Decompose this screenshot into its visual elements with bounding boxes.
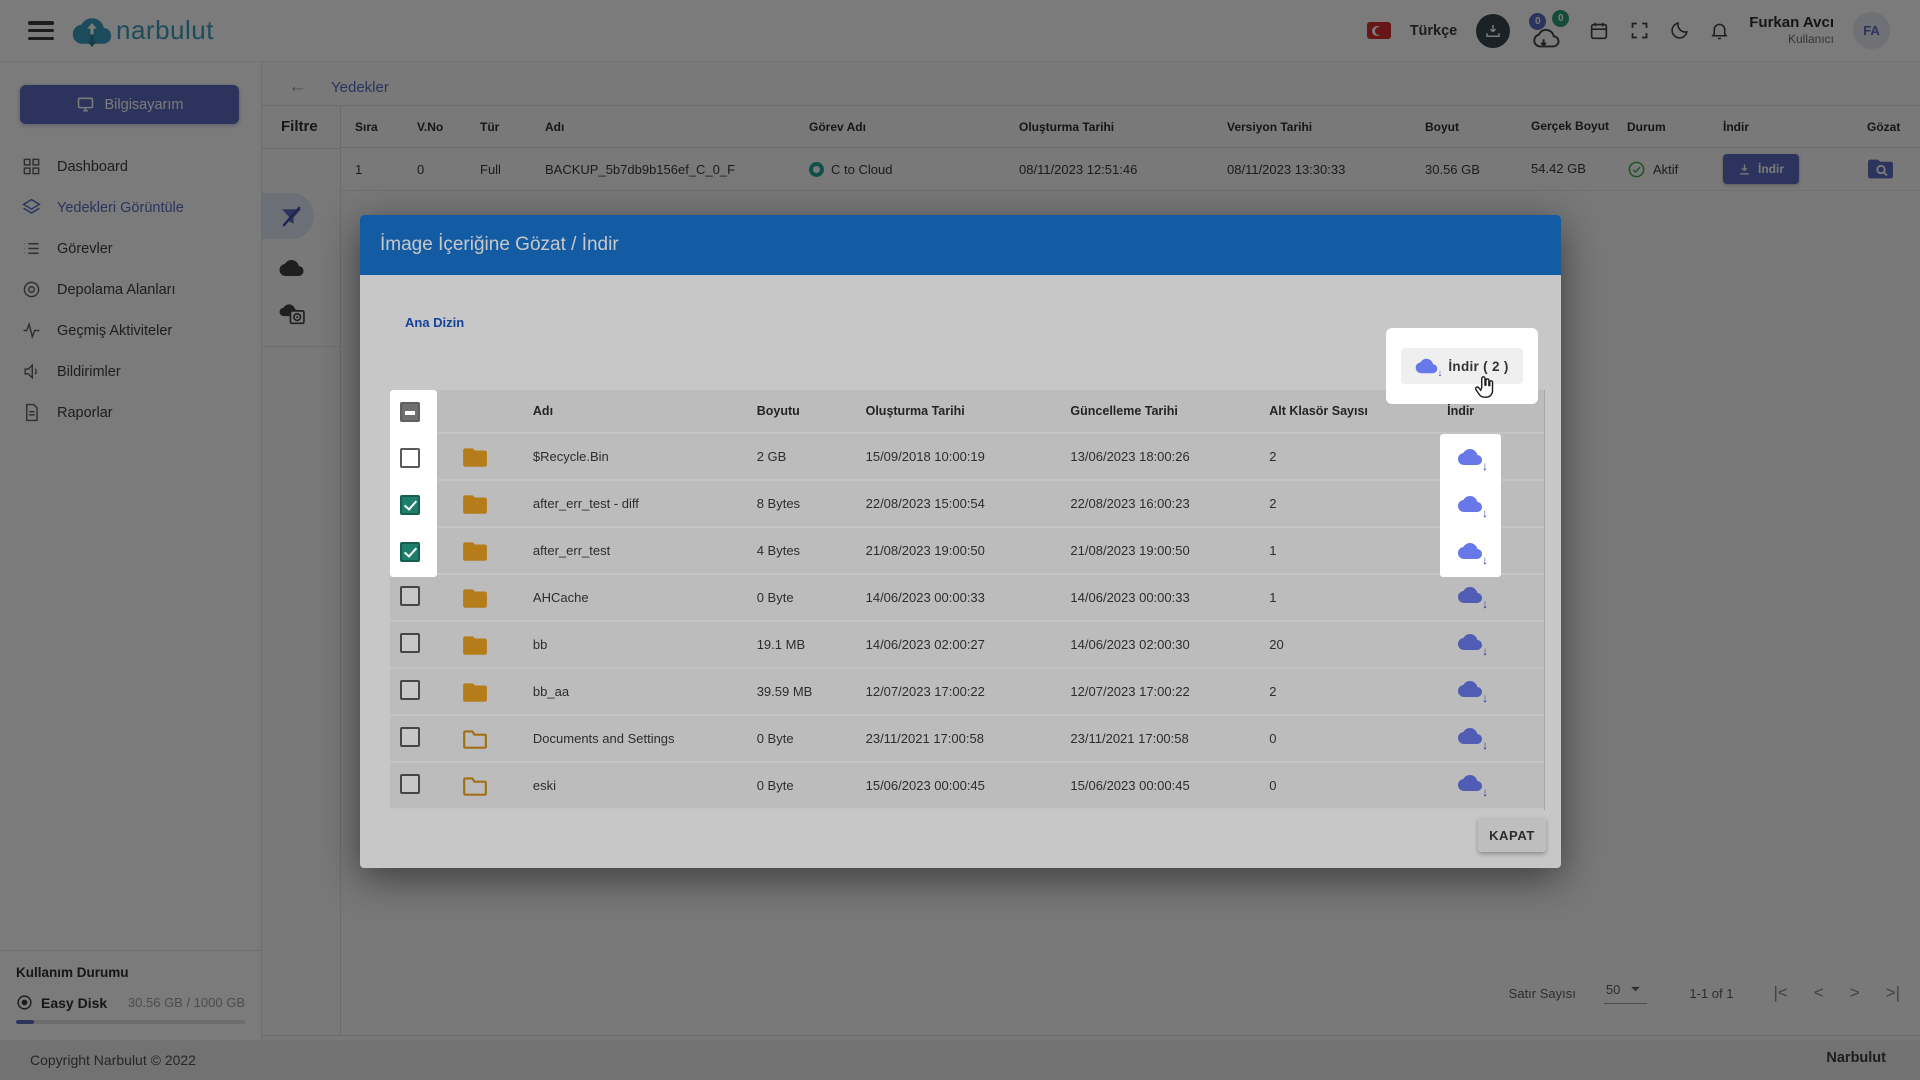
row-checkbox[interactable] xyxy=(400,542,420,562)
select-all-checkbox[interactable] xyxy=(400,402,420,422)
row-checkbox[interactable] xyxy=(400,495,420,515)
cursor-hand-icon xyxy=(1472,374,1498,402)
checkbox-column-spotlight xyxy=(390,390,437,577)
download-cloud-icon[interactable]: ↓ xyxy=(1457,447,1485,469)
download-column-spotlight: ↓ ↓ ↓ xyxy=(1440,434,1501,577)
download-cloud-icon[interactable]: ↓ xyxy=(1457,494,1485,516)
row-checkbox[interactable] xyxy=(400,448,420,468)
download-selected-button[interactable]: ↓ İndir ( 2 ) xyxy=(1401,348,1522,384)
tour-overlay xyxy=(0,0,1920,1080)
download-cloud-icon: ↓ xyxy=(1415,357,1439,375)
download-cloud-icon[interactable]: ↓ xyxy=(1457,541,1485,563)
download-selected-spotlight: ↓ İndir ( 2 ) xyxy=(1386,328,1538,404)
